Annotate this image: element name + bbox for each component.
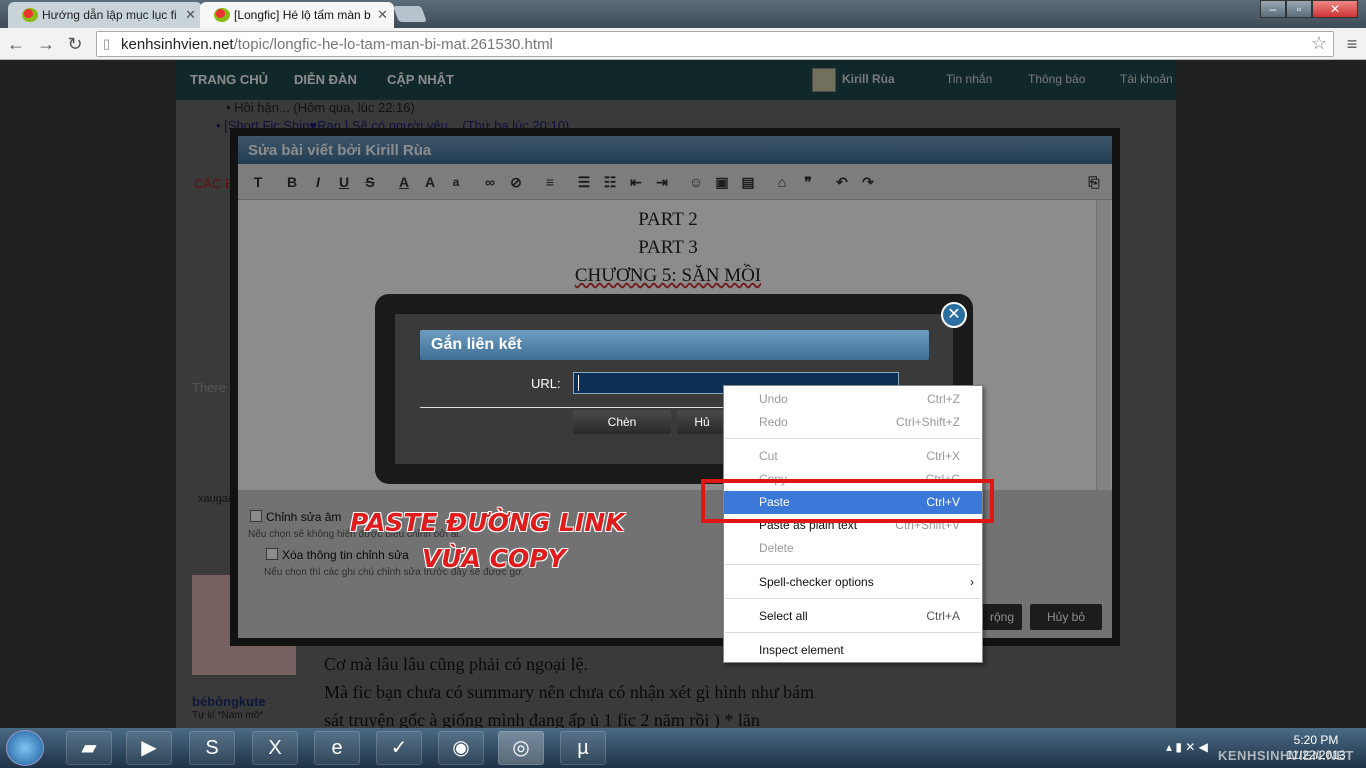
menu-separator xyxy=(725,564,981,565)
start-button[interactable] xyxy=(6,730,44,766)
close-dialog-icon[interactable]: ✕ xyxy=(941,302,967,328)
excel-icon[interactable]: X xyxy=(252,731,298,765)
chrome-icon[interactable]: ◎ xyxy=(498,731,544,765)
close-tab-icon[interactable]: ✕ xyxy=(185,7,196,23)
windows-taskbar: ▰ ▶ S X e ✓ ◉ ◎ µ ▴ ▮ ✕ ◀ 5:20 PM 11/22/… xyxy=(0,728,1366,768)
menu-item-delete[interactable]: Delete xyxy=(724,537,982,560)
browser-toolbar: ← → ↻ ▯ kenhsinhvien.net/topic/longfic-h… xyxy=(0,28,1366,60)
close-tab-icon[interactable]: ✕ xyxy=(377,7,388,23)
menu-item-redo[interactable]: Redo Ctrl+Shift+Z xyxy=(724,411,982,434)
window-close-button[interactable]: ✕ xyxy=(1312,0,1358,18)
media-player-icon[interactable]: ▶ xyxy=(126,731,172,765)
bookmark-star-icon[interactable]: ☆ xyxy=(1311,33,1327,54)
tray-icons[interactable]: ▴ ▮ ✕ ◀ xyxy=(1166,740,1208,754)
internet-explorer-icon[interactable]: e xyxy=(314,731,360,765)
menu-separator xyxy=(725,598,981,599)
utorrent-icon[interactable]: µ xyxy=(560,731,606,765)
insert-link-button[interactable]: Chèn xyxy=(573,410,671,434)
menu-item-inspect[interactable]: Inspect element xyxy=(724,639,982,662)
watermark: KENHSINHVIEN.NET xyxy=(1218,748,1354,763)
submenu-arrow-icon: › xyxy=(970,575,974,589)
menu-separator xyxy=(725,632,981,633)
app-icon[interactable]: ✓ xyxy=(376,731,422,765)
browser-tab-strip: Hướng dẫn lập mục lục fi ✕ [Longfic] Hé … xyxy=(0,0,1366,28)
browser-tab-2[interactable]: [Longfic] Hé lộ tấm màn b ✕ xyxy=(200,2,394,28)
cancel-link-button[interactable]: Hủ xyxy=(677,410,727,434)
address-bar[interactable]: ▯ kenhsinhvien.net/topic/longfic-he-lo-t… xyxy=(96,31,1334,57)
menu-item-undo[interactable]: Undo Ctrl+Z xyxy=(724,388,982,411)
maximize-button[interactable]: ▫ xyxy=(1286,0,1312,18)
reload-icon[interactable]: ↻ xyxy=(63,32,87,56)
minimize-button[interactable]: ‒ xyxy=(1260,0,1286,18)
menu-icon[interactable]: ≡ xyxy=(1340,32,1364,56)
annotation-text: PASTE ĐƯỜNG LINK VỪA COPY xyxy=(350,508,625,573)
link-dialog-title: Gắn liên kết xyxy=(420,330,929,360)
menu-separator xyxy=(725,438,981,439)
context-menu: Undo Ctrl+Z Redo Ctrl+Shift+Z Cut Ctrl+X Co… xyxy=(723,385,983,663)
menu-item-cut[interactable]: Cut Ctrl+X xyxy=(724,445,982,468)
menu-item-select-all[interactable]: Select all Ctrl+A xyxy=(724,605,982,628)
site-favicon-icon xyxy=(214,8,230,22)
menu-item-spellcheck[interactable]: Spell-checker options › xyxy=(724,571,982,594)
url-host: kenhsinhvien.net xyxy=(121,36,234,53)
firefox-icon[interactable]: ◉ xyxy=(438,731,484,765)
forward-icon[interactable]: → xyxy=(34,32,58,56)
site-favicon-icon xyxy=(22,8,38,22)
page-icon: ▯ xyxy=(103,36,111,51)
url-label: URL: xyxy=(531,376,561,391)
new-tab-button[interactable] xyxy=(393,6,427,22)
browser-tab-1[interactable]: Hướng dẫn lập mục lục fi ✕ xyxy=(8,2,202,28)
explorer-icon[interactable]: ▰ xyxy=(66,731,112,765)
skype-icon[interactable]: S xyxy=(189,731,235,765)
url-path: /topic/longfic-he-lo-tam-man-bi-mat.2615… xyxy=(233,36,553,53)
back-icon[interactable]: ← xyxy=(4,32,28,56)
annotation-highlight-box xyxy=(701,479,994,523)
